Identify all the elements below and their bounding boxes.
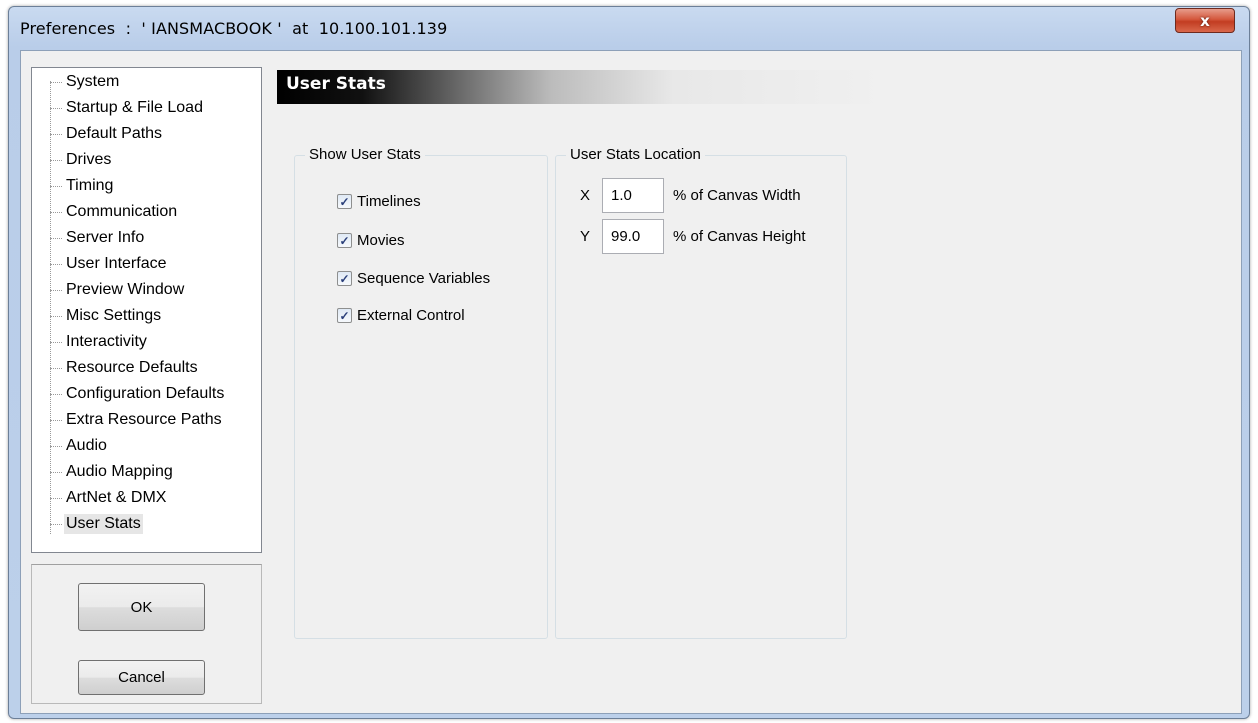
panel-title: User Stats bbox=[286, 74, 386, 94]
sequence-variables-checkbox[interactable]: ✓ Sequence Variables bbox=[337, 270, 490, 287]
tree-item-label: Interactivity bbox=[66, 333, 147, 350]
tree-branch-icon bbox=[50, 419, 62, 421]
show-user-stats-group: Show User Stats ✓ Timelines ✓ Movies ✓ S… bbox=[294, 146, 548, 639]
location-x-input[interactable]: 1.0 bbox=[602, 178, 664, 213]
tree-item-resource-defaults[interactable]: Resource Defaults bbox=[32, 355, 200, 381]
tree-item-label: System bbox=[66, 73, 120, 90]
tree-item-label: Extra Resource Paths bbox=[66, 411, 222, 428]
tree-branch-icon bbox=[50, 393, 62, 395]
location-y-input[interactable]: 99.0 bbox=[602, 219, 664, 254]
tree-item-startup-file-load[interactable]: Startup & File Load bbox=[32, 95, 205, 121]
tree-item-label: Communication bbox=[66, 203, 178, 220]
dialog-buttons-pane: OK Cancel bbox=[31, 564, 262, 704]
tree-branch-icon bbox=[50, 263, 62, 265]
user-stats-location-group: User Stats Location X 1.0 % of Canvas Wi… bbox=[555, 146, 847, 639]
ok-button[interactable]: OK bbox=[78, 583, 205, 631]
checkbox-label: Sequence Variables bbox=[357, 270, 491, 287]
tree-item-audio[interactable]: Audio bbox=[32, 433, 109, 459]
preferences-window: Preferences : ' IANSMACBOOK ' at 10.100.… bbox=[8, 6, 1250, 719]
axis-label: X bbox=[580, 187, 591, 204]
tree-item-configuration-defaults[interactable]: Configuration Defaults bbox=[32, 381, 226, 407]
preferences-tree[interactable]: System Startup & File Load Default Paths… bbox=[31, 67, 262, 553]
checkbox-label: External Control bbox=[357, 307, 465, 324]
tree-item-user-stats[interactable]: User Stats bbox=[32, 511, 143, 537]
tree-item-label: Server Info bbox=[66, 229, 145, 246]
tree-item-label: User Stats bbox=[64, 514, 143, 534]
tree-item-interactivity[interactable]: Interactivity bbox=[32, 329, 149, 355]
tree-branch-icon bbox=[50, 211, 62, 213]
tree-item-user-interface[interactable]: User Interface bbox=[32, 251, 168, 277]
tree-item-default-paths[interactable]: Default Paths bbox=[32, 121, 164, 147]
tree-branch-icon bbox=[50, 289, 62, 291]
tree-item-label: Audio Mapping bbox=[66, 463, 173, 480]
tree-branch-icon bbox=[50, 471, 62, 473]
tree-item-misc-settings[interactable]: Misc Settings bbox=[32, 303, 163, 329]
tree-item-label: Configuration Defaults bbox=[66, 385, 225, 402]
movies-checkbox[interactable]: ✓ Movies bbox=[337, 232, 405, 249]
window-title: Preferences : ' IANSMACBOOK ' at 10.100.… bbox=[20, 19, 448, 38]
dialog-client-area: System Startup & File Load Default Paths… bbox=[20, 50, 1242, 714]
tree-item-label: Misc Settings bbox=[66, 307, 162, 324]
checkbox-label: Timelines bbox=[357, 193, 421, 210]
tree-item-timing[interactable]: Timing bbox=[32, 173, 115, 199]
tree-item-communication[interactable]: Communication bbox=[32, 199, 179, 225]
tree-branch-icon bbox=[50, 315, 62, 317]
tree-branch-icon bbox=[50, 159, 62, 161]
tree-item-label: Preview Window bbox=[66, 281, 185, 298]
tree-branch-icon bbox=[50, 237, 62, 239]
tree-item-label: Resource Defaults bbox=[66, 359, 198, 376]
tree-branch-icon bbox=[50, 341, 62, 343]
tree-item-label: Drives bbox=[66, 151, 112, 168]
tree-item-label: Default Paths bbox=[66, 125, 163, 142]
tree-branch-icon bbox=[50, 523, 62, 525]
checkbox-label: Movies bbox=[357, 232, 405, 249]
timelines-checkbox[interactable]: ✓ Timelines bbox=[337, 193, 421, 210]
tree-item-label: Audio bbox=[66, 437, 107, 454]
tree-branch-icon bbox=[50, 185, 62, 187]
external-control-checkbox[interactable]: ✓ External Control bbox=[337, 307, 465, 324]
unit-label: % of Canvas Height bbox=[673, 228, 806, 245]
tree-item-label: User Interface bbox=[66, 255, 167, 272]
tree-item-drives[interactable]: Drives bbox=[32, 147, 113, 173]
title-bar[interactable]: Preferences : ' IANSMACBOOK ' at 10.100.… bbox=[9, 7, 1249, 49]
tree-item-label: Timing bbox=[66, 177, 114, 194]
group-title: Show User Stats bbox=[305, 146, 425, 163]
axis-label: Y bbox=[580, 228, 591, 245]
location-y-row: Y 99.0 % of Canvas Height bbox=[580, 219, 806, 254]
tree-branch-icon bbox=[50, 445, 62, 447]
panel-header: User Stats bbox=[277, 70, 887, 104]
tree-item-extra-resource-paths[interactable]: Extra Resource Paths bbox=[32, 407, 224, 433]
checkmark-icon: ✓ bbox=[337, 271, 352, 286]
tree-branch-icon bbox=[50, 107, 62, 109]
tree-item-label: ArtNet & DMX bbox=[66, 489, 167, 506]
tree-item-server-info[interactable]: Server Info bbox=[32, 225, 146, 251]
cancel-button[interactable]: Cancel bbox=[78, 660, 205, 695]
close-button[interactable]: x bbox=[1175, 8, 1235, 33]
location-x-row: X 1.0 % of Canvas Width bbox=[580, 178, 801, 213]
tree-item-audio-mapping[interactable]: Audio Mapping bbox=[32, 459, 175, 485]
tree-item-artnet-dmx[interactable]: ArtNet & DMX bbox=[32, 485, 168, 511]
tree-branch-icon bbox=[50, 497, 62, 499]
tree-branch-icon bbox=[50, 81, 62, 83]
unit-label: % of Canvas Width bbox=[673, 187, 801, 204]
tree-branch-icon bbox=[50, 133, 62, 135]
group-title: User Stats Location bbox=[566, 146, 705, 163]
tree-item-label: Startup & File Load bbox=[66, 99, 203, 116]
close-icon: x bbox=[1200, 11, 1210, 30]
tree-item-preview-window[interactable]: Preview Window bbox=[32, 277, 186, 303]
checkmark-icon: ✓ bbox=[337, 194, 352, 209]
checkmark-icon: ✓ bbox=[337, 308, 352, 323]
tree-branch-icon bbox=[50, 367, 62, 369]
checkmark-icon: ✓ bbox=[337, 233, 352, 248]
tree-item-system[interactable]: System bbox=[32, 69, 121, 95]
